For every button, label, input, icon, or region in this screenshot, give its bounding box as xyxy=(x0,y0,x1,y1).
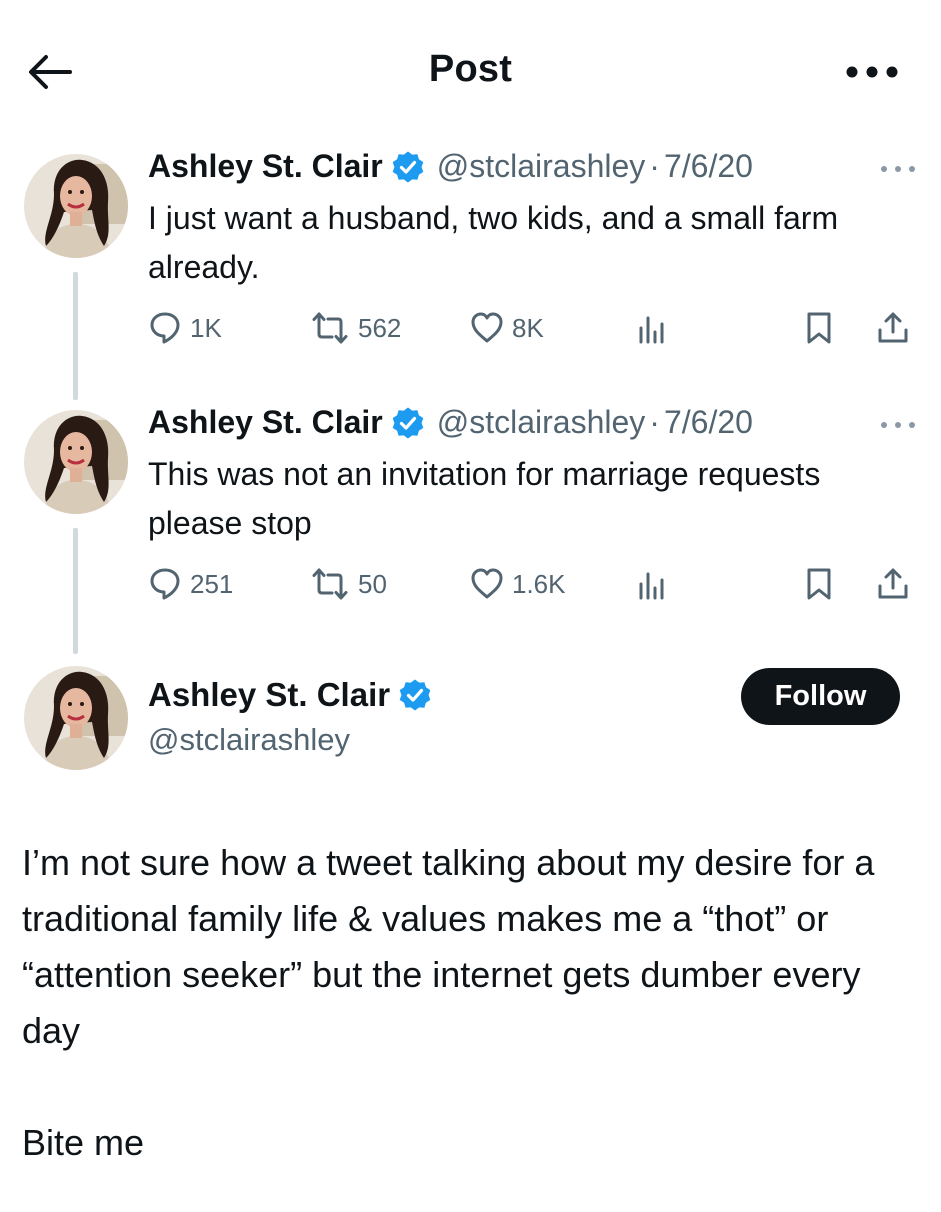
separator: · xyxy=(649,148,660,184)
more-horizontal-icon[interactable] xyxy=(878,164,918,174)
tweet-actions: 1K 562 8K xyxy=(148,308,918,348)
share-button[interactable] xyxy=(876,308,910,348)
bookmark-button[interactable] xyxy=(802,564,836,604)
heart-icon xyxy=(471,312,503,343)
avatar[interactable] xyxy=(24,154,128,258)
handle[interactable]: @stclairashley xyxy=(148,722,350,758)
reply-count: 1K xyxy=(190,312,222,343)
repost-count: 562 xyxy=(358,312,402,343)
more-horizontal-icon[interactable] xyxy=(878,420,918,430)
repost-count: 50 xyxy=(358,568,387,599)
post-text: I’m not sure how a tweet talking about m… xyxy=(22,835,922,1171)
share-icon xyxy=(878,312,908,343)
bookmark-icon xyxy=(807,568,831,600)
top-bar: Post xyxy=(0,0,941,140)
avatar[interactable] xyxy=(24,410,128,514)
tweet-header: Ashley St. Clair @stclairashley · 7/6/20 xyxy=(148,404,753,441)
repost-icon xyxy=(312,312,348,344)
views-bar-chart-icon xyxy=(639,572,664,600)
bookmark-icon xyxy=(807,312,831,344)
reply-button[interactable]: 1K xyxy=(148,308,222,348)
handle[interactable]: @stclairashley xyxy=(437,148,646,185)
repost-button[interactable]: 50 xyxy=(310,564,387,604)
reply-icon xyxy=(150,312,180,344)
separator: · xyxy=(649,404,660,440)
post-paragraph: Bite me xyxy=(22,1122,145,1163)
thread-connector xyxy=(73,528,78,654)
reply-count: 251 xyxy=(190,568,234,599)
author-name-row: Ashley St. Clair xyxy=(148,676,444,714)
display-name[interactable]: Ashley St. Clair xyxy=(148,148,383,185)
verified-badge-icon xyxy=(398,678,432,712)
timestamp[interactable]: 7/6/20 xyxy=(664,148,753,185)
views-bar-chart-icon xyxy=(639,316,664,344)
tweet-text: I just want a husband, two kids, and a s… xyxy=(148,200,839,285)
follow-button[interactable]: Follow xyxy=(741,668,900,725)
tweet-header: Ashley St. Clair @stclairashley · 7/6/20 xyxy=(148,148,753,185)
tweet-text: This was not an invitation for marriage … xyxy=(148,456,821,541)
verified-badge-icon xyxy=(390,149,425,184)
share-button[interactable] xyxy=(876,564,910,604)
verified-badge-icon xyxy=(390,405,425,440)
timestamp[interactable]: 7/6/20 xyxy=(664,404,753,441)
reply-button[interactable]: 251 xyxy=(148,564,233,604)
like-count: 8K xyxy=(512,312,544,343)
repost-button[interactable]: 562 xyxy=(310,308,401,348)
tweet-actions: 251 50 1.6K xyxy=(148,564,918,604)
display-name[interactable]: Ashley St. Clair xyxy=(148,676,390,714)
reply-icon xyxy=(150,568,180,600)
avatar[interactable] xyxy=(24,666,128,770)
heart-icon xyxy=(471,568,503,599)
share-icon xyxy=(878,568,908,599)
thread-connector xyxy=(73,272,78,400)
like-count: 1.6K xyxy=(512,568,566,599)
bookmark-button[interactable] xyxy=(802,308,836,348)
page-title: Post xyxy=(428,48,513,90)
post-paragraph: I’m not sure how a tweet talking about m… xyxy=(22,842,875,1051)
like-button[interactable]: 8K xyxy=(470,308,544,348)
views-button[interactable] xyxy=(636,308,668,348)
handle[interactable]: @stclairashley xyxy=(437,404,646,441)
display-name[interactable]: Ashley St. Clair xyxy=(148,404,383,441)
like-button[interactable]: 1.6K xyxy=(470,564,566,604)
views-button[interactable] xyxy=(636,564,668,604)
more-horizontal-icon[interactable] xyxy=(842,62,902,82)
repost-icon xyxy=(312,568,348,600)
